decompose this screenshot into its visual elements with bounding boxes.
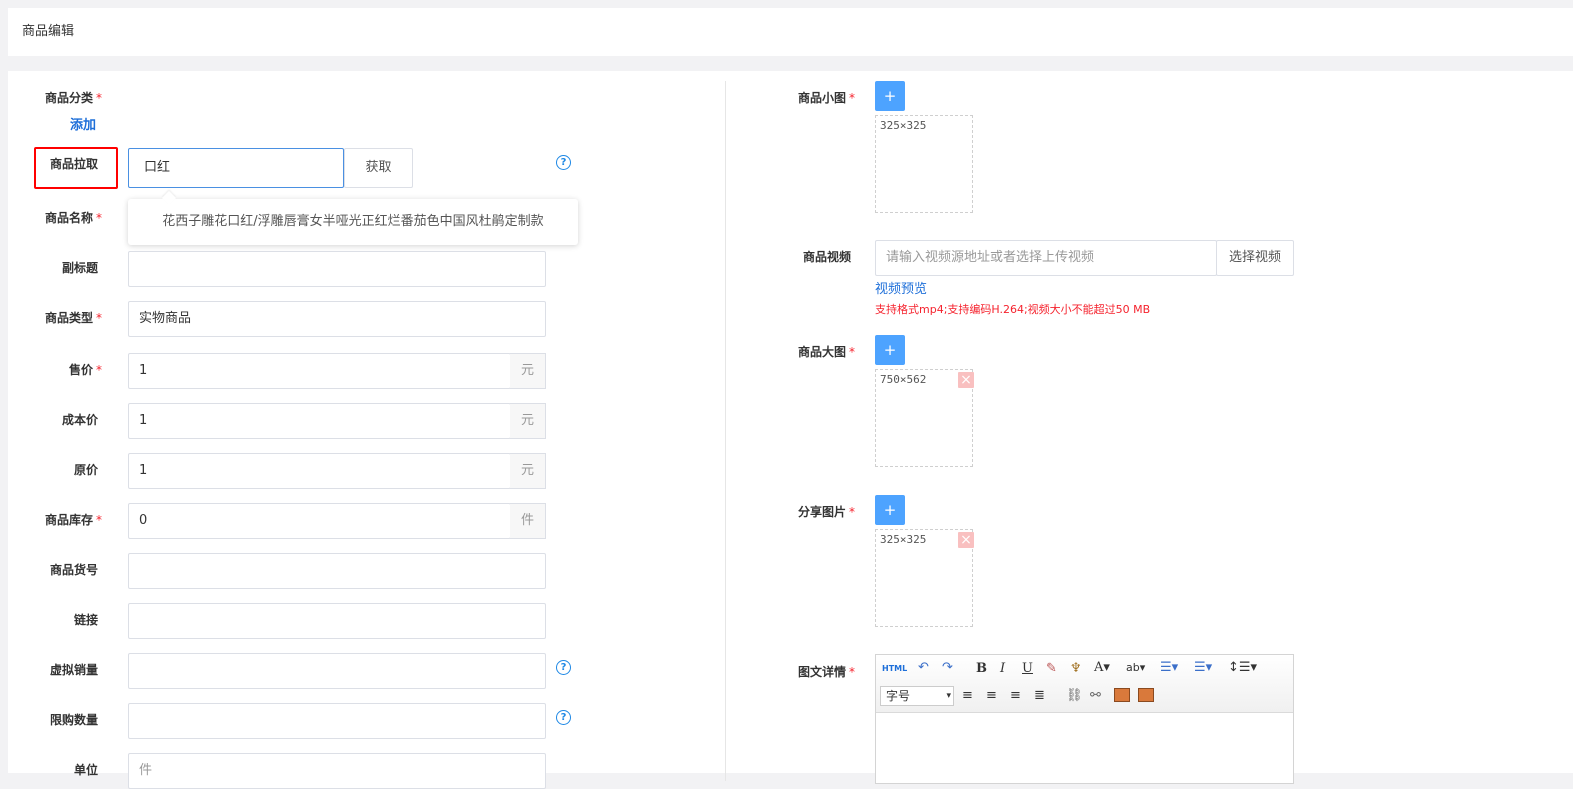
- delete-icon[interactable]: ×: [958, 372, 974, 388]
- add-share-image-button[interactable]: +: [875, 495, 905, 525]
- video-preview-link[interactable]: 视频预览: [875, 278, 927, 297]
- link-input[interactable]: [128, 603, 546, 639]
- format-brush-icon[interactable]: ♆: [1070, 660, 1082, 678]
- original-price-label: 原价: [73, 463, 98, 477]
- bold-icon[interactable]: B: [976, 660, 987, 678]
- align-left-icon[interactable]: ≡: [962, 687, 973, 705]
- video-format-hint: 支持格式mp4;支持编码H.264;视频大小不能超过50 MB: [875, 303, 1151, 316]
- purchase-limit-label: 限购数量: [49, 713, 98, 727]
- column-divider: [725, 81, 726, 781]
- html-source-button[interactable]: HTML: [882, 660, 907, 678]
- select-video-button[interactable]: 选择视频: [1216, 240, 1294, 276]
- share-image-label: 分享图片 *: [797, 505, 855, 519]
- insert-image-icon[interactable]: [1138, 688, 1154, 702]
- unit-input[interactable]: 件: [128, 753, 546, 789]
- help-icon[interactable]: ?: [556, 660, 571, 675]
- add-category-link[interactable]: 添加: [70, 114, 96, 133]
- stock-input[interactable]: 0: [128, 503, 511, 539]
- cost-unit: 元: [510, 403, 546, 439]
- video-url-input[interactable]: 请输入视频源地址或者选择上传视频: [875, 240, 1217, 276]
- line-height-icon[interactable]: ↕☰▾: [1228, 659, 1257, 677]
- name-label: 商品名称 *: [44, 211, 102, 225]
- delete-icon[interactable]: ×: [958, 532, 974, 548]
- align-center-icon[interactable]: ≡: [986, 687, 997, 705]
- unordered-list-icon[interactable]: ☰▾: [1194, 659, 1212, 677]
- add-large-image-button[interactable]: +: [875, 335, 905, 365]
- help-icon[interactable]: ?: [556, 155, 571, 170]
- font-size-select[interactable]: 字号 ▾: [880, 686, 954, 706]
- sku-label: 商品货号: [49, 563, 98, 577]
- help-icon[interactable]: ?: [556, 710, 571, 725]
- link-label: 链接: [73, 613, 98, 627]
- align-right-icon[interactable]: ≡: [1010, 687, 1021, 705]
- virtual-sales-label: 虚拟销量: [49, 663, 98, 677]
- align-justify-icon[interactable]: ≣: [1034, 687, 1045, 705]
- video-label: 商品视频: [802, 250, 851, 264]
- detail-label: 图文详情 *: [797, 665, 855, 679]
- rich-text-editor[interactable]: HTML ↶ ↷ B I U ✎ ♆ A▾ ab▾ ☰▾ ☰▾ ↕☰▾ 字号 ▾ …: [875, 654, 1294, 784]
- virtual-sales-input[interactable]: [128, 653, 546, 689]
- subtitle-label: 副标题: [61, 261, 98, 275]
- purchase-limit-input[interactable]: [128, 703, 546, 739]
- suggestion-item[interactable]: 花西子雕花口红/浮雕唇膏女半哑光正红烂番茄色中国风杜鹃定制款: [162, 214, 543, 229]
- thumbnail-label: 商品小图 *: [797, 91, 855, 105]
- cost-input[interactable]: 1: [128, 403, 511, 439]
- suggestion-popover[interactable]: 花西子雕花口红/浮雕唇膏女半哑光正红烂番茄色中国风杜鹃定制款: [128, 199, 578, 245]
- page-header: 商品编辑: [8, 8, 1573, 56]
- large-image-label: 商品大图 *: [797, 345, 855, 359]
- eraser-icon[interactable]: ✎: [1046, 660, 1057, 678]
- redo-icon[interactable]: ↷: [942, 659, 953, 677]
- pull-keyword-input[interactable]: 口红: [128, 148, 344, 188]
- image-icon[interactable]: [1114, 688, 1130, 702]
- original-price-input[interactable]: 1: [128, 453, 511, 489]
- sku-input[interactable]: [128, 553, 546, 589]
- unit-label: 单位: [73, 763, 98, 777]
- highlight-icon[interactable]: ab▾: [1126, 659, 1145, 677]
- add-thumbnail-button[interactable]: +: [875, 81, 905, 111]
- type-select[interactable]: 实物商品: [128, 301, 546, 337]
- fetch-button[interactable]: 获取: [344, 148, 413, 188]
- link-icon[interactable]: ⛓: [1066, 687, 1083, 705]
- original-price-unit: 元: [510, 453, 546, 489]
- price-label: 售价 *: [68, 363, 102, 377]
- thumbnail-placeholder[interactable]: 325×325: [875, 115, 973, 213]
- editor-toolbar: HTML ↶ ↷ B I U ✎ ♆ A▾ ab▾ ☰▾ ☰▾ ↕☰▾ 字号 ▾ …: [876, 655, 1293, 713]
- price-unit: 元: [510, 353, 546, 389]
- undo-icon[interactable]: ↶: [918, 659, 929, 677]
- category-label: 商品分类 *: [44, 91, 102, 105]
- ordered-list-icon[interactable]: ☰▾: [1160, 659, 1178, 677]
- unlink-icon[interactable]: ⚯: [1090, 687, 1101, 705]
- cost-label: 成本价: [61, 413, 98, 427]
- price-input[interactable]: 1: [128, 353, 511, 389]
- stock-label: 商品库存 *: [44, 513, 102, 527]
- underline-icon[interactable]: U: [1022, 660, 1033, 678]
- subtitle-input[interactable]: [128, 251, 546, 287]
- stock-unit: 件: [510, 503, 546, 539]
- font-color-icon[interactable]: A▾: [1094, 659, 1110, 677]
- page-title: 商品编辑: [22, 24, 75, 39]
- pull-label: 商品拉取: [49, 157, 98, 171]
- type-label: 商品类型 *: [44, 311, 102, 325]
- edit-form: 商品分类 * 添加 商品拉取 口红 获取 ? 商品名称 * 花西子雕花口红/浮雕唇膏…: [8, 71, 1573, 789]
- italic-icon[interactable]: I: [1000, 660, 1005, 678]
